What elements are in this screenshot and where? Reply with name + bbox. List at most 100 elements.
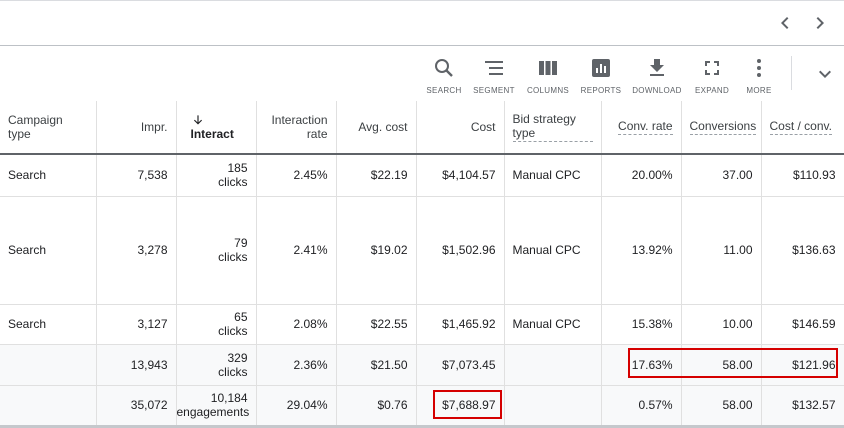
total-row: 35,072 10,184 engagements 29.04% $0.76 $7… — [0, 385, 844, 426]
header-campaign-type[interactable]: Campaign type — [0, 101, 97, 155]
cell-interactions-unit: clicks — [218, 324, 248, 338]
table-header-row: Campaign type Impr. Interact Interaction… — [0, 101, 844, 155]
search-icon — [432, 56, 456, 80]
cell-interactions-unit: clicks — [218, 175, 248, 190]
cell-bid-strategy: Manual CPC — [504, 304, 602, 345]
header-conv-rate-label: Conv. rate — [618, 119, 673, 135]
cell-interactions-unit: engagements — [176, 405, 250, 419]
cell-interactions: 79 clicks — [176, 196, 257, 305]
header-conversions[interactable]: Conversions — [681, 101, 762, 155]
cell-interactions-unit: clicks — [218, 250, 248, 264]
cell-interactions-count: 329 — [227, 350, 248, 365]
cell-bid-strategy — [504, 385, 602, 426]
cell-impr: 7,538 — [96, 154, 177, 197]
header-interaction-rate[interactable]: Interaction rate — [256, 101, 337, 155]
cell-interactions-count: 185 — [227, 161, 248, 176]
cell-campaign-type: Search — [0, 154, 97, 197]
cell-campaign-type — [0, 385, 97, 426]
top-bar — [0, 0, 844, 46]
cell-avg-cost: $22.55 — [336, 304, 417, 345]
cell-cost-per-conv: $132.57 — [761, 385, 844, 426]
reports-button[interactable]: REPORTS — [571, 56, 631, 95]
reports-label: REPORTS — [580, 86, 622, 95]
reports-icon — [589, 56, 613, 80]
cell-interactions: 65 clicks — [176, 304, 257, 345]
cell-interactions-unit: clicks — [218, 364, 248, 379]
more-vert-icon — [747, 56, 771, 80]
cell-avg-cost: $19.02 — [336, 196, 417, 305]
table-row[interactable]: Search 3,127 65 clicks 2.08% $22.55 $1,46… — [0, 304, 844, 345]
chevron-right-icon[interactable] — [808, 11, 832, 35]
columns-icon — [536, 56, 560, 80]
cell-cost: $1,465.92 — [416, 304, 505, 345]
cell-cost: $1,502.96 — [416, 196, 505, 305]
header-interactions-label: Interact — [190, 127, 234, 142]
cell-impr: 3,278 — [96, 196, 177, 305]
campaign-table: Campaign type Impr. Interact Interaction… — [0, 101, 844, 426]
cell-avg-cost: $0.76 — [336, 385, 417, 426]
header-impr[interactable]: Impr. — [96, 101, 177, 155]
cell-interactions: 10,184 engagements — [176, 385, 257, 426]
cell-campaign-type: Search — [0, 304, 97, 345]
cell-avg-cost: $22.19 — [336, 154, 417, 197]
header-interactions[interactable]: Interact — [176, 101, 257, 155]
cell-bid-strategy: Manual CPC — [504, 196, 602, 305]
columns-button[interactable]: COLUMNS — [518, 56, 578, 95]
cell-conversions: 58.00 — [681, 344, 762, 386]
download-label: DOWNLOAD — [632, 86, 682, 95]
cell-conversions: 58.00 — [681, 385, 762, 426]
more-label: MORE — [746, 86, 772, 95]
cell-interaction-rate: 2.45% — [256, 154, 337, 197]
download-button[interactable]: DOWNLOAD — [627, 56, 687, 95]
table-row[interactable]: Search 3,278 79 clicks 2.41% $19.02 $1,50… — [0, 196, 844, 305]
cell-conv-rate: 17.63% — [601, 344, 682, 386]
cell-conv-rate: 0.57% — [601, 385, 682, 426]
cell-bid-strategy — [504, 344, 602, 386]
cell-conversions: 37.00 — [681, 154, 762, 197]
cell-interactions-count: 79 — [234, 236, 248, 250]
cell-interactions-count: 10,184 — [210, 391, 248, 405]
cell-bid-strategy: Manual CPC — [504, 154, 602, 197]
cell-interaction-rate: 2.08% — [256, 304, 337, 345]
chevron-down-icon[interactable] — [813, 62, 837, 86]
total-row: 13,943 329 clicks 2.36% $21.50 $7,073.45 … — [0, 344, 844, 386]
cell-cost: $7,688.97 — [416, 385, 505, 426]
cell-interaction-rate: 2.36% — [256, 344, 337, 386]
cell-interaction-rate: 29.04% — [256, 385, 337, 426]
chevron-left-icon[interactable] — [773, 11, 797, 35]
cell-interaction-rate: 2.41% — [256, 196, 337, 305]
cell-cost-per-conv: $136.63 — [761, 196, 844, 305]
cell-impr: 13,943 — [96, 344, 177, 386]
header-avg-cost[interactable]: Avg. cost — [336, 101, 417, 155]
more-button[interactable]: MORE — [729, 56, 789, 95]
cell-campaign-type — [0, 344, 97, 386]
cell-avg-cost: $21.50 — [336, 344, 417, 386]
header-cost-per-conv-label: Cost / conv. — [769, 119, 832, 135]
header-cost[interactable]: Cost — [416, 101, 505, 155]
cell-conversions: 11.00 — [681, 196, 762, 305]
cell-cost-per-conv: $146.59 — [761, 304, 844, 345]
table-toolbar: SEARCH SEGMENT COLUMNS REPORTS DOWNLOAD … — [0, 46, 844, 100]
header-conv-rate[interactable]: Conv. rate — [601, 101, 682, 155]
header-conversions-label: Conversions — [689, 119, 757, 135]
header-bid-strategy[interactable]: Bid strategy type — [504, 101, 602, 155]
cell-interactions-count: 65 — [234, 310, 248, 324]
cell-interactions: 329 clicks — [176, 344, 257, 386]
segment-label: SEGMENT — [473, 86, 515, 95]
cell-impr: 35,072 — [96, 385, 177, 426]
cell-impr: 3,127 — [96, 304, 177, 345]
cell-conv-rate: 13.92% — [601, 196, 682, 305]
download-icon — [645, 56, 669, 80]
toolbar-divider — [791, 56, 792, 90]
arrow-down-icon — [193, 115, 202, 125]
cell-cost: $7,073.45 — [416, 344, 505, 386]
cell-cost-per-conv: $110.93 — [761, 154, 844, 197]
cell-conversions: 10.00 — [681, 304, 762, 345]
segment-button[interactable]: SEGMENT — [464, 56, 524, 95]
cell-cost: $4,104.57 — [416, 154, 505, 197]
header-cost-per-conv[interactable]: Cost / conv. — [761, 101, 844, 155]
cell-conv-rate: 15.38% — [601, 304, 682, 345]
cell-cost-per-conv: $121.96 — [761, 344, 844, 386]
table-row[interactable]: Search 7,538 185 clicks 2.45% $22.19 $4,1… — [0, 154, 844, 197]
segment-icon — [482, 56, 506, 80]
